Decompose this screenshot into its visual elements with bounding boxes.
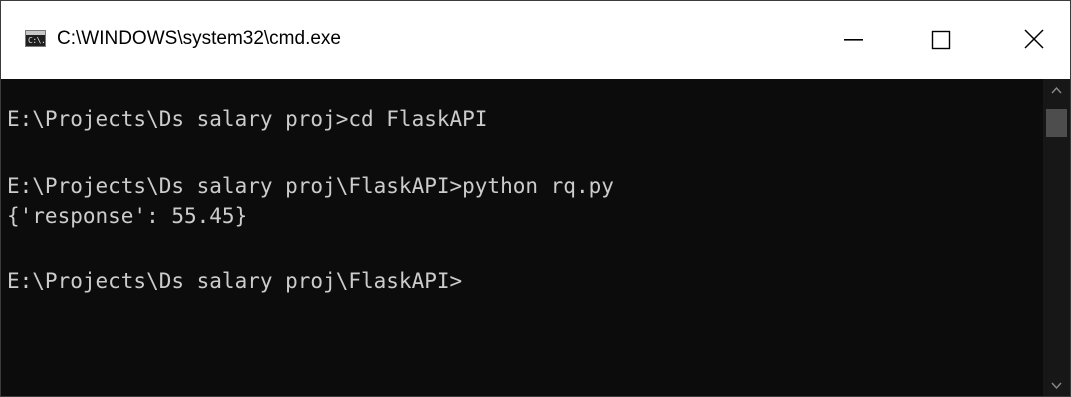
- close-button[interactable]: [979, 1, 1070, 79]
- cmd-window: C:\. C:\WINDOWS\system32\cmd.exe E:\Proj…: [0, 0, 1071, 397]
- chevron-up-icon: [1051, 86, 1062, 94]
- close-icon: [1024, 29, 1044, 49]
- cmd-app-icon[interactable]: C:\.: [25, 30, 46, 47]
- app-icon-glyph: C:\.: [28, 36, 46, 45]
- title-bar[interactable]: C:\. C:\WINDOWS\system32\cmd.exe: [1, 1, 1070, 79]
- maximize-icon: [931, 30, 951, 50]
- console-line-1: E:\Projects\Ds salary proj>cd FlaskAPI: [7, 107, 488, 131]
- app-icon-bar: [26, 31, 45, 35]
- scroll-thumb[interactable]: [1046, 109, 1067, 137]
- minimize-button[interactable]: [823, 1, 886, 79]
- vertical-scrollbar[interactable]: [1043, 79, 1070, 396]
- console-output[interactable]: E:\Projects\Ds salary proj>cd FlaskAPI E…: [1, 79, 1043, 396]
- console-line-3: E:\Projects\Ds salary proj\FlaskAPI>pyth…: [7, 174, 614, 198]
- maximize-button[interactable]: [895, 1, 958, 79]
- window-title: C:\WINDOWS\system32\cmd.exe: [57, 28, 341, 49]
- console-line-6: E:\Projects\Ds salary proj\FlaskAPI>: [7, 269, 463, 293]
- scroll-down-button[interactable]: [1043, 375, 1070, 396]
- chevron-down-icon: [1051, 382, 1062, 390]
- console-line-4: {'response': 55.45}: [7, 204, 248, 228]
- minimize-icon: [844, 39, 863, 41]
- scroll-up-button[interactable]: [1043, 79, 1070, 101]
